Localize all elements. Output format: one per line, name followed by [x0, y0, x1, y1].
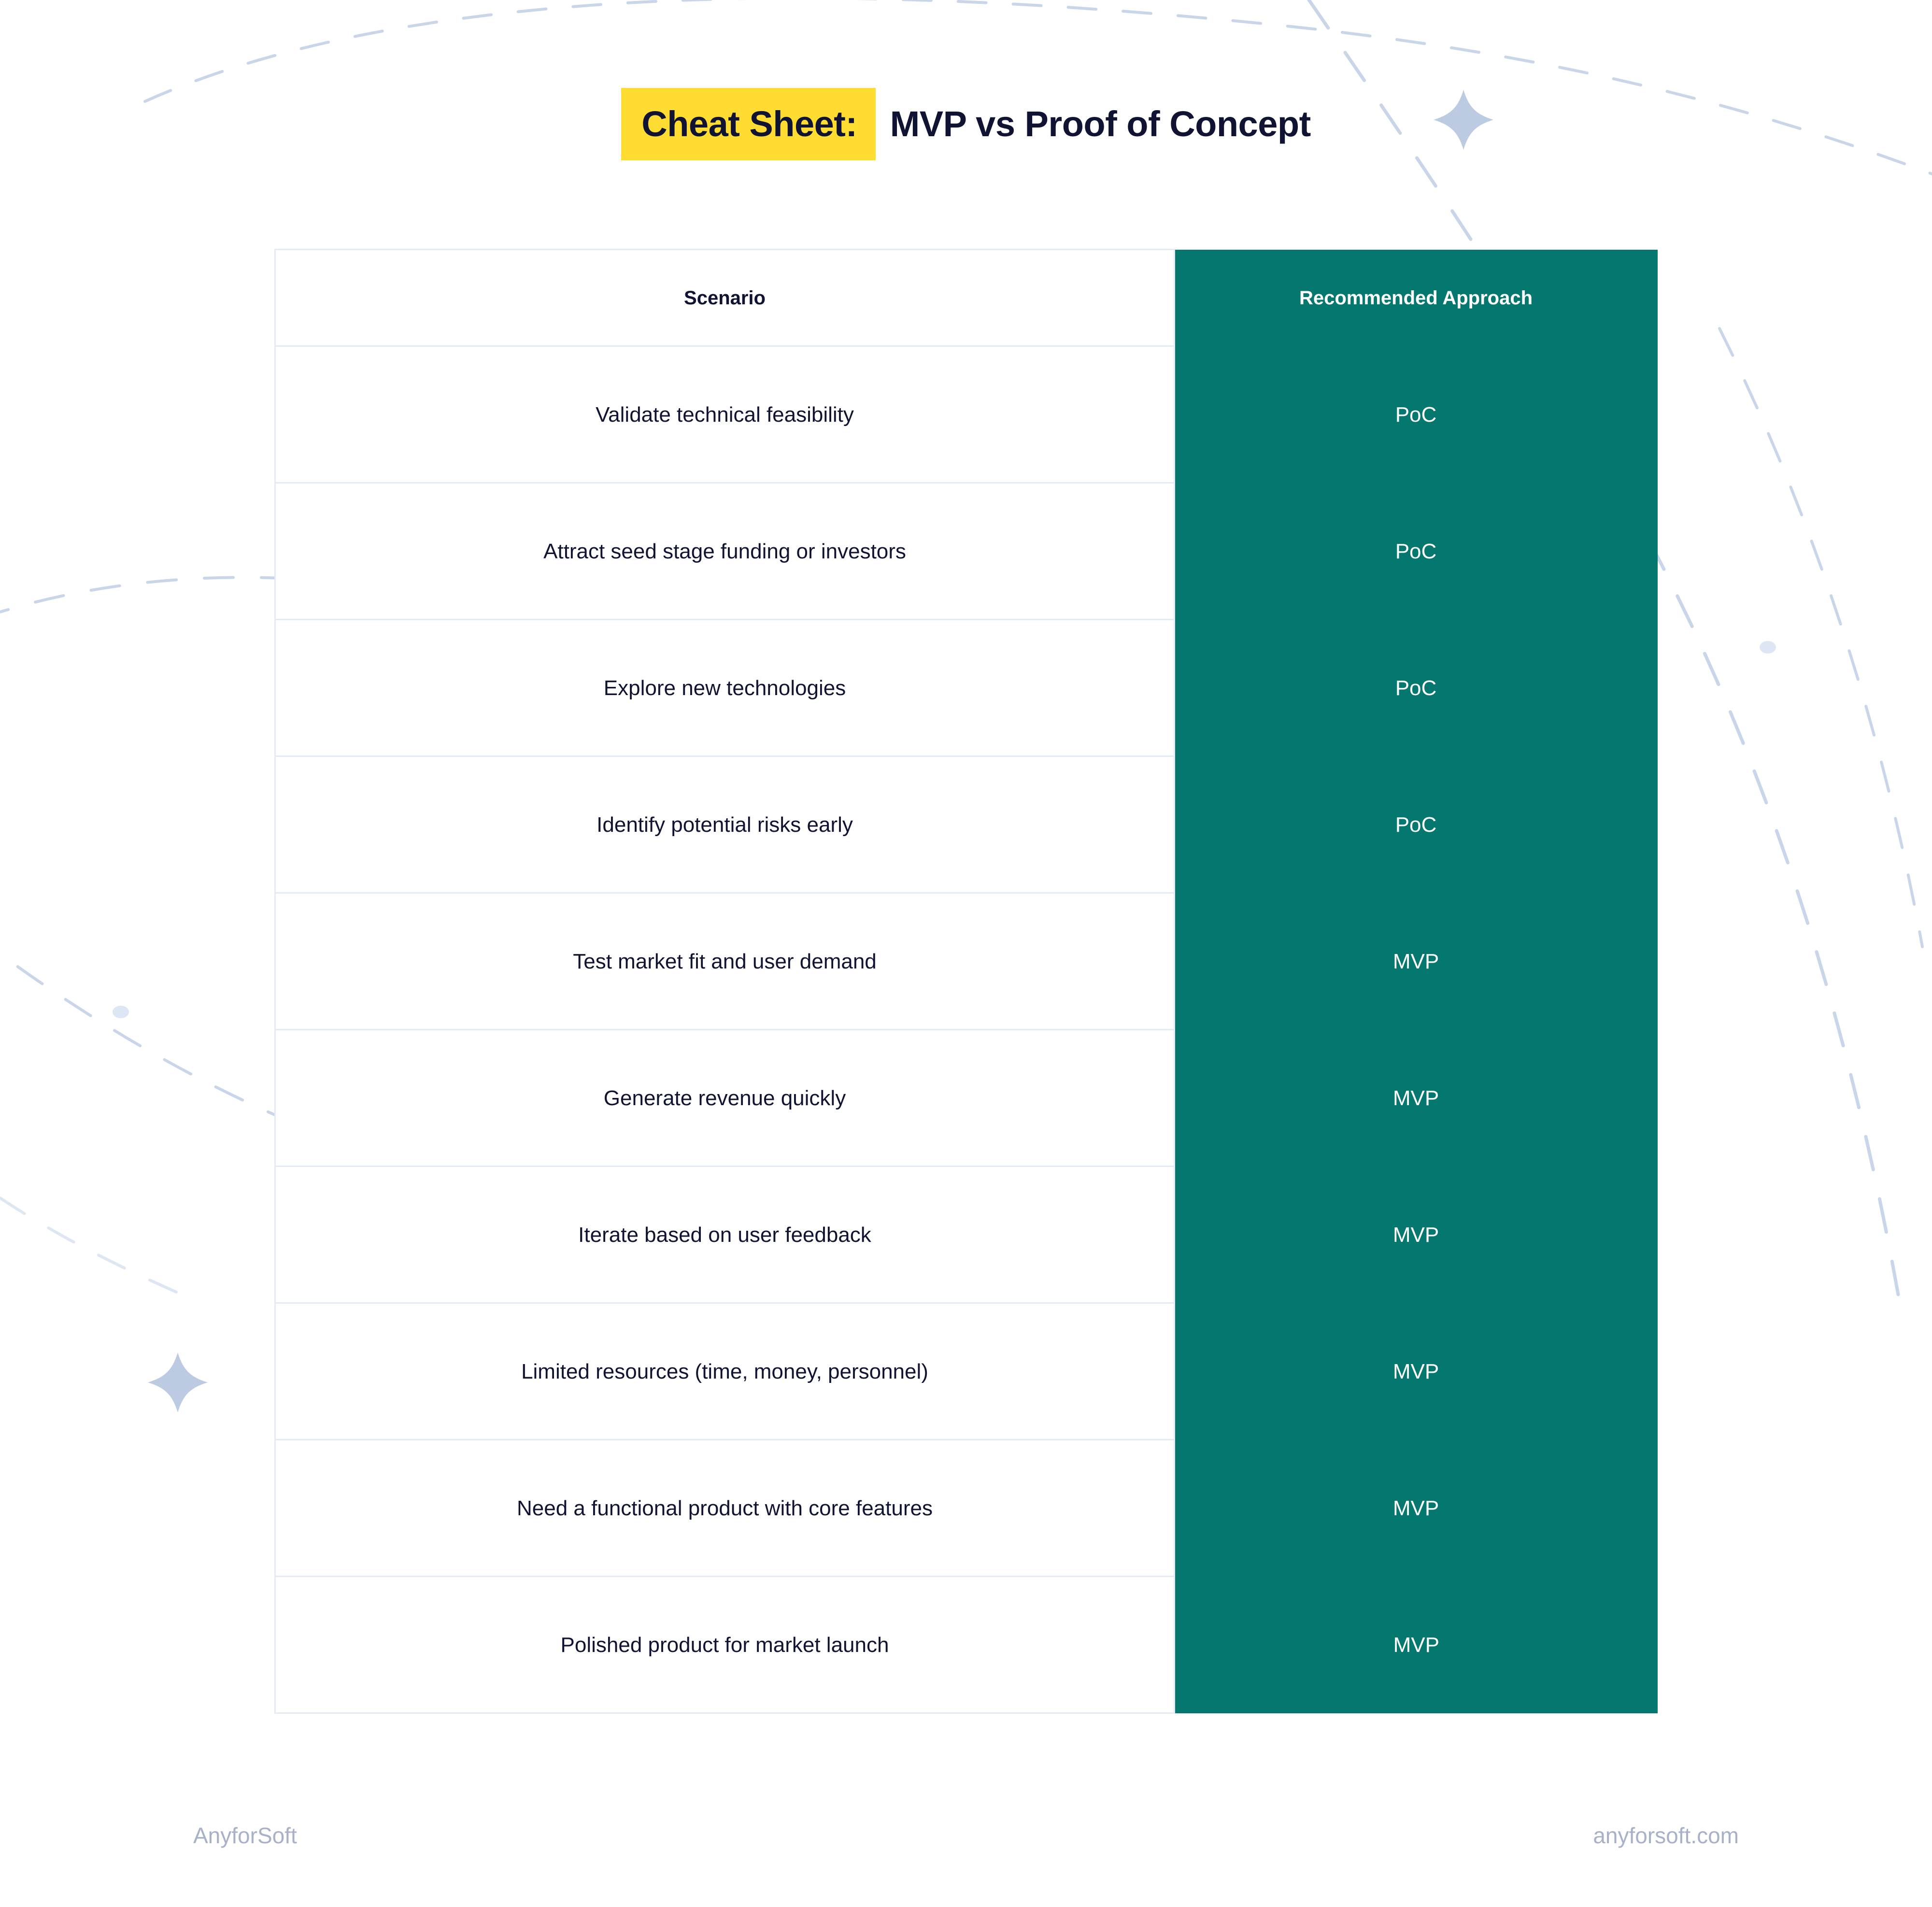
- table-row: Test market fit and user demand MVP: [274, 893, 1658, 1030]
- cell-approach: PoC: [1174, 756, 1658, 893]
- table-row: Validate technical feasibility PoC: [274, 346, 1658, 484]
- cell-approach: PoC: [1174, 619, 1658, 756]
- dashed-curve-right-outer: [1718, 327, 1924, 948]
- cell-approach: MVP: [1174, 1439, 1658, 1577]
- footer-brand: AnyforSoft: [193, 1823, 297, 1848]
- comparison-table: Scenario Recommended Approach Validate t…: [274, 249, 1658, 1714]
- cell-scenario: Attract seed stage funding or investors: [274, 483, 1175, 620]
- table-header-row: Scenario Recommended Approach: [274, 249, 1658, 347]
- table-body: Validate technical feasibility PoC Attra…: [274, 346, 1658, 1714]
- cell-approach: PoC: [1174, 346, 1658, 483]
- cell-scenario: Test market fit and user demand: [274, 893, 1175, 1030]
- column-header-scenario: Scenario: [274, 249, 1175, 347]
- cell-approach: PoC: [1174, 483, 1658, 620]
- cell-approach: MVP: [1174, 1303, 1658, 1440]
- cell-scenario: Limited resources (time, money, personne…: [274, 1303, 1175, 1440]
- cell-approach: MVP: [1174, 1576, 1658, 1713]
- table-row: Need a functional product with core feat…: [274, 1439, 1658, 1577]
- cell-scenario: Identify potential risks early: [274, 756, 1175, 894]
- footer: AnyforSoft anyforsoft.com: [0, 1807, 1932, 1864]
- cell-approach: MVP: [1174, 893, 1658, 1030]
- table-row: Polished product for market launch MVP: [274, 1576, 1658, 1714]
- dot-icon: [113, 1006, 129, 1018]
- cell-scenario: Generate revenue quickly: [274, 1029, 1175, 1167]
- table-row: Limited resources (time, money, personne…: [274, 1303, 1658, 1440]
- dashed-curve-bottom-left: [0, 1196, 195, 1301]
- cell-scenario: Need a functional product with core feat…: [274, 1439, 1175, 1577]
- page-title: Cheat Sheet: MVP vs Proof of Concept: [0, 88, 1932, 160]
- table-row: Generate revenue quickly MVP: [274, 1029, 1658, 1167]
- title-subject: MVP vs Proof of Concept: [876, 88, 1311, 160]
- dashed-curve-left-upper: [0, 576, 311, 614]
- cell-scenario: Polished product for market launch: [274, 1576, 1175, 1714]
- dot-icon: [1760, 641, 1776, 654]
- title-subject-text: MVP vs Proof of Concept: [890, 104, 1311, 144]
- title-highlight-text: Cheat Sheet:: [641, 104, 857, 144]
- dashed-curve-left-lower: [0, 952, 301, 1127]
- star-icon: [148, 1352, 208, 1412]
- cell-approach: MVP: [1174, 1029, 1658, 1167]
- cell-approach: MVP: [1174, 1166, 1658, 1303]
- table-row: Iterate based on user feedback MVP: [274, 1166, 1658, 1304]
- cheat-sheet-page: Cheat Sheet: MVP vs Proof of Concept Sce…: [0, 0, 1932, 1907]
- table-header: Scenario Recommended Approach: [274, 249, 1658, 347]
- title-highlight-badge: Cheat Sheet:: [621, 88, 876, 160]
- table-row: Identify potential risks early PoC: [274, 756, 1658, 894]
- cell-scenario: Iterate based on user feedback: [274, 1166, 1175, 1304]
- cell-scenario: Validate technical feasibility: [274, 346, 1175, 484]
- table-row: Explore new technologies PoC: [274, 619, 1658, 757]
- table-row: Attract seed stage funding or investors …: [274, 483, 1658, 620]
- column-header-approach: Recommended Approach: [1174, 249, 1658, 346]
- cell-scenario: Explore new technologies: [274, 619, 1175, 757]
- footer-website[interactable]: anyforsoft.com: [1593, 1824, 1739, 1847]
